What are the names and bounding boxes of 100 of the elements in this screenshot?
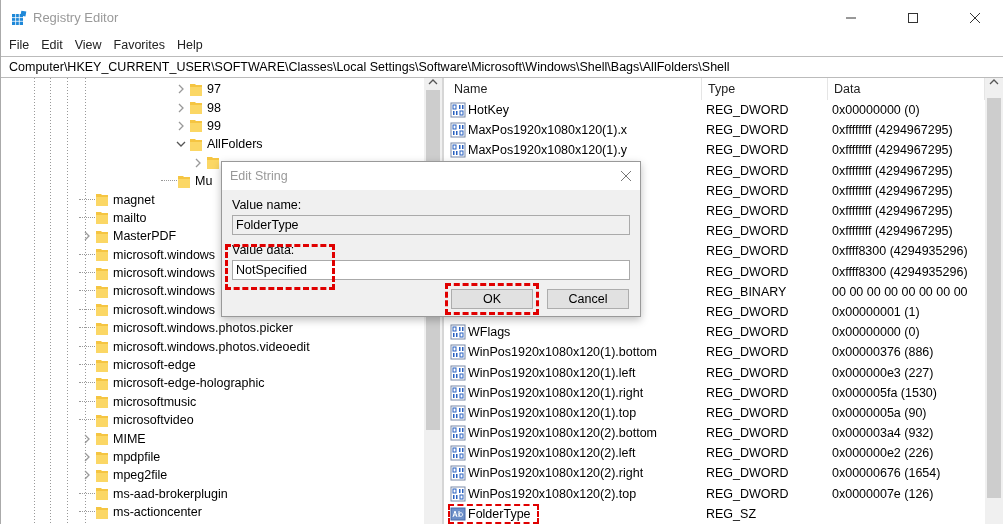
minimize-icon[interactable] [846, 16, 856, 19]
tree-item[interactable]: microsoft.windows [113, 302, 216, 317]
value-name[interactable]: WinPos1920x1080x120(1).top [448, 402, 645, 423]
value-name[interactable]: WinPos1920x1080x120(1).left [448, 362, 644, 383]
folder-icon [95, 228, 109, 244]
folder-icon [95, 320, 109, 336]
value-name[interactable]: WFlags [448, 322, 519, 343]
tree-item[interactable]: microsoft-edge [113, 358, 196, 373]
folder-icon [95, 284, 109, 299]
column-header[interactable]: Name [448, 78, 702, 100]
tree-item[interactable]: MIME [113, 431, 146, 446]
value-type: REG_DWORD [705, 325, 790, 340]
tree-item[interactable]: microsoftvideo [113, 413, 194, 428]
value-type: REG_DWORD [705, 264, 790, 279]
chevron-right-icon[interactable] [82, 433, 92, 444]
value-data: 0x0000007e (126) [831, 486, 935, 501]
value-name-field[interactable]: FolderType [232, 215, 630, 235]
value-name[interactable]: FolderType [448, 503, 539, 524]
binary-value-icon [450, 485, 466, 502]
chevron-up-icon[interactable] [428, 78, 438, 86]
value-name[interactable]: WinPos1920x1080x120(1).right [448, 382, 652, 403]
value-data-field[interactable]: NotSpecified [232, 260, 630, 280]
value-data: 0xffffffff (4294967295) [831, 224, 954, 239]
tree-item[interactable]: MasterPDF [113, 229, 177, 244]
chevron-right-icon[interactable] [176, 84, 186, 95]
tree-item[interactable]: microsoft.windows.photos.videoedit [113, 339, 310, 354]
tree-item[interactable]: microsoft.windows [113, 284, 216, 299]
chevron-right-icon[interactable] [176, 102, 186, 113]
maximize-icon[interactable] [908, 12, 918, 23]
value-data: 0x00000000 (0) [831, 103, 921, 118]
binary-value-icon [450, 344, 466, 361]
tree-item[interactable]: mailto [113, 210, 147, 225]
value-data: 0x00000676 (1654) [831, 466, 942, 481]
menu-item[interactable]: Favorites [107, 38, 171, 52]
tree-item[interactable]: microsoft-edge-holographic [113, 376, 265, 391]
value-name[interactable]: WinPos1920x1080x120(2).left [448, 443, 644, 464]
chevron-right-icon[interactable] [82, 231, 92, 242]
value-type: REG_DWORD [705, 385, 790, 400]
folder-icon [95, 504, 109, 520]
window-title: Registry Editor [33, 10, 120, 25]
tree-item[interactable]: magnet [113, 192, 155, 207]
value-name[interactable]: HotKey [448, 100, 517, 121]
tree-item[interactable]: microsoft.windows.photos.picker [113, 321, 293, 336]
menu-item[interactable]: Edit [35, 38, 69, 52]
column-header[interactable]: Type [702, 78, 828, 100]
scrollbar[interactable] [985, 78, 1003, 524]
binary-value-icon [450, 404, 466, 421]
folder-icon [189, 100, 203, 116]
value-type: REG_DWORD [705, 123, 790, 138]
tree-item[interactable]: ms-aad-brokerplugin [113, 486, 228, 501]
value-name[interactable]: WinPos1920x1080x120(2).top [448, 483, 645, 504]
value-type: REG_DWORD [705, 345, 790, 360]
value-data: 0x00000000 (0) [831, 325, 921, 340]
chevron-right-icon[interactable] [82, 470, 92, 481]
tree-item[interactable]: ms-actioncenter [113, 505, 202, 520]
ok-button[interactable]: OK [445, 283, 539, 315]
value-name[interactable]: WinPos1920x1080x120(2).right [448, 463, 652, 484]
value-type: REG_DWORD [705, 103, 790, 118]
folder-icon [95, 467, 109, 483]
close-icon[interactable] [970, 12, 980, 23]
chevron-right-icon[interactable] [176, 120, 186, 131]
tree-item[interactable]: mpeg2file [113, 468, 168, 483]
address-bar[interactable]: Computer\HKEY_CURRENT_USER\SOFTWARE\Classes\Local Settings\Software\Microsoft\Windows\Shell\Bags\AllFolders\Shell [1, 56, 1003, 78]
value-type: REG_DWORD [705, 183, 790, 198]
tree-item[interactable]: Mu [195, 174, 213, 189]
value-data: 0x00000001 (1) [831, 304, 921, 319]
tree-item[interactable]: 99 [207, 118, 221, 133]
value-name[interactable]: WinPos1920x1080x120(2).bottom [448, 423, 665, 444]
folder-icon [95, 302, 109, 318]
tree-item[interactable]: 97 [207, 82, 221, 97]
folder-icon [95, 412, 109, 428]
value-type: REG_DWORD [705, 204, 790, 219]
folder-icon [189, 81, 203, 97]
value-name[interactable]: WinPos1920x1080x120(1).bottom [448, 342, 665, 363]
value-data: 00 00 00 00 00 00 00 00 [831, 284, 969, 299]
tree-item[interactable]: 98 [207, 100, 221, 115]
value-name[interactable]: MaxPos1920x1080x120(1).x [448, 120, 636, 141]
tree-item[interactable]: microsoft.windows [113, 247, 216, 262]
chevron-up-icon[interactable] [989, 78, 999, 86]
binary-value-icon [450, 142, 466, 159]
menu-item[interactable]: Help [171, 38, 209, 52]
value-data: 0x000000e2 (226) [831, 446, 935, 461]
value-data: 0x00000376 (886) [831, 345, 935, 360]
value-data: 0x000005fa (1530) [831, 385, 938, 400]
chevron-right-icon[interactable] [193, 157, 203, 168]
value-type: REG_DWORD [705, 163, 790, 178]
value-type: REG_DWORD [705, 304, 790, 319]
tree-item[interactable]: AllFolders [207, 137, 263, 152]
menu-item[interactable]: File [3, 38, 36, 52]
chevron-right-icon[interactable] [82, 452, 92, 462]
value-type: REG_DWORD [705, 244, 790, 259]
binary-value-icon [450, 425, 466, 442]
folder-icon [177, 173, 191, 189]
value-name[interactable]: MaxPos1920x1080x120(1).y [448, 140, 636, 161]
value-data: 0x000000e3 (227) [831, 365, 935, 380]
tree-item[interactable]: microsoft.windows [113, 266, 216, 281]
tree-item[interactable]: microsoftmusic [113, 394, 197, 409]
folder-icon [95, 210, 109, 226]
tree-item[interactable]: mpdpfile [113, 450, 161, 464]
menu-item[interactable]: View [68, 38, 108, 52]
